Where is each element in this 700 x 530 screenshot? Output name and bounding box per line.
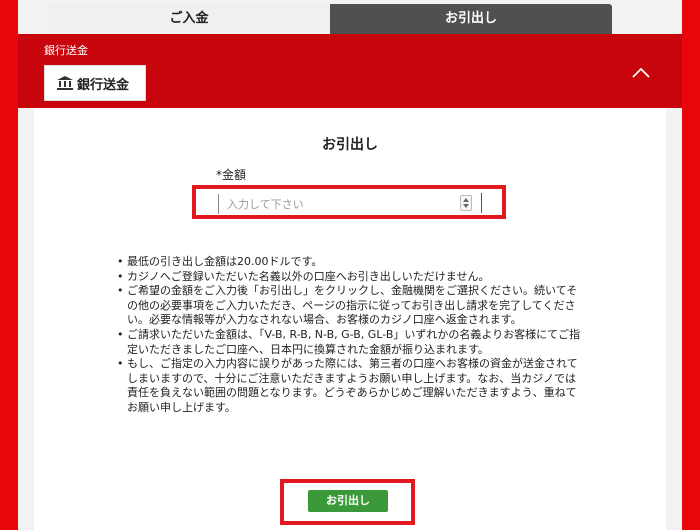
amount-label: *金額	[216, 168, 247, 182]
bank-transfer-method-label: 銀行送金	[77, 77, 130, 93]
bank-transfer-header-label: 銀行送金	[44, 44, 88, 57]
note-item: もし、ご指定の入力内容に誤りがあった際には、第三者の口座へお客様の資金が送金され…	[117, 357, 587, 415]
tab-withdraw[interactable]: お引出し	[330, 4, 612, 34]
input-end-divider	[481, 193, 482, 213]
bank-icon	[57, 76, 73, 90]
bank-transfer-method[interactable]: 銀行送金	[44, 65, 146, 101]
note-item: 最低の引き出し金額は20.00ドルです。	[117, 255, 587, 270]
withdraw-notes: 最低の引き出し金額は20.00ドルです。 カジノへご登録いただいた名義以外の口座…	[117, 255, 587, 416]
amount-input[interactable]	[218, 194, 479, 214]
spinner-down-icon[interactable]	[463, 204, 469, 208]
note-item: ご希望の金額をご入力後「お引出し」をクリックし、金融機関をご選択ください。続いて…	[117, 284, 587, 328]
submit-highlight: お引出し	[280, 479, 415, 525]
amount-field-highlight	[192, 185, 506, 219]
spinner-up-icon[interactable]	[463, 198, 469, 202]
note-item: カジノへご登録いただいた名義以外の口座へお引き出しいただけません。	[117, 270, 587, 285]
tab-deposit[interactable]: ご入金	[48, 4, 330, 34]
number-spinner-icon[interactable]	[460, 195, 472, 211]
chevron-up-icon[interactable]	[630, 62, 652, 84]
note-item: ご請求いただいた金額は、「V-B, R-B, N-B, G-B, GL-B」いず…	[117, 328, 587, 357]
withdraw-submit-button[interactable]: お引出し	[308, 490, 388, 512]
page-title: お引出し	[322, 137, 378, 153]
